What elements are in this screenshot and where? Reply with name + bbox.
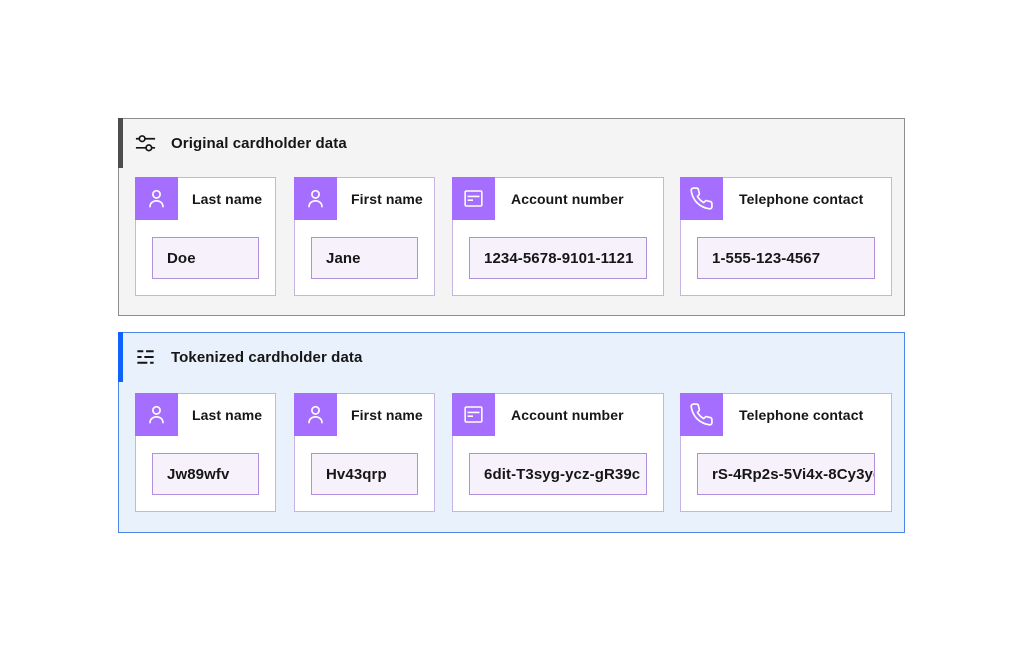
icon-badge — [135, 177, 178, 220]
panel-header: Tokenized cardholder data — [119, 333, 362, 381]
field-value-box: Doe — [152, 237, 259, 279]
field-value-box: Jane — [311, 237, 418, 279]
field-value-box: 1234-5678-9101-1121 — [469, 237, 647, 279]
original-data-panel: Original cardholder data Last name Doe — [118, 118, 905, 316]
field-label: First name — [351, 178, 423, 220]
field-label: Account number — [511, 178, 624, 220]
phone-icon — [689, 186, 714, 211]
tokenized-data-panel: Tokenized cardholder data Last name Jw89… — [118, 332, 905, 533]
field-value: Doe — [167, 250, 196, 267]
card-telephone-contact: Telephone contact rS-4Rp2s-5Vi4x-8Cy3yq — [680, 393, 892, 512]
tokenized-lines-icon — [134, 346, 157, 369]
panel-title: Tokenized cardholder data — [171, 349, 362, 366]
field-value-box: Jw89wfv — [152, 453, 259, 495]
settings-adjust-icon — [134, 132, 157, 155]
field-value: Jw89wfv — [167, 466, 229, 483]
field-value: Hv43qrp — [326, 466, 387, 483]
person-icon — [144, 402, 169, 427]
card-last-name: Last name Jw89wfv — [135, 393, 276, 512]
card-first-name: First name Hv43qrp — [294, 393, 435, 512]
card-account-number: Account number 6dit-T3syg-ycz-gR39c — [452, 393, 664, 512]
tokenization-illustration: Original cardholder data Last name Doe — [0, 0, 1024, 653]
field-value: Jane — [326, 250, 361, 267]
card-last-name: Last name Doe — [135, 177, 276, 296]
field-value-box: Hv43qrp — [311, 453, 418, 495]
icon-badge — [294, 177, 337, 220]
field-value: 1-555-123-4567 — [712, 250, 820, 267]
field-label: Account number — [511, 394, 624, 436]
account-card-icon — [461, 402, 486, 427]
icon-badge — [294, 393, 337, 436]
card-telephone-contact: Telephone contact 1-555-123-4567 — [680, 177, 892, 296]
icon-badge — [680, 393, 723, 436]
phone-icon — [689, 402, 714, 427]
field-label: Last name — [192, 178, 262, 220]
card-account-number: Account number 1234-5678-9101-1121 — [452, 177, 664, 296]
icon-badge — [452, 393, 495, 436]
person-icon — [144, 186, 169, 211]
panel-title: Original cardholder data — [171, 135, 347, 152]
field-value: rS-4Rp2s-5Vi4x-8Cy3yq — [712, 466, 875, 483]
field-label: First name — [351, 394, 423, 436]
field-label: Telephone contact — [739, 178, 863, 220]
person-icon — [303, 186, 328, 211]
field-value: 1234-5678-9101-1121 — [484, 250, 634, 267]
icon-badge — [680, 177, 723, 220]
field-value: 6dit-T3syg-ycz-gR39c — [484, 466, 640, 483]
icon-badge — [452, 177, 495, 220]
field-value-box: 1-555-123-4567 — [697, 237, 875, 279]
person-icon — [303, 402, 328, 427]
field-label: Telephone contact — [739, 394, 863, 436]
field-value-box: 6dit-T3syg-ycz-gR39c — [469, 453, 647, 495]
account-card-icon — [461, 186, 486, 211]
field-value-box: rS-4Rp2s-5Vi4x-8Cy3yq — [697, 453, 875, 495]
panel-header: Original cardholder data — [119, 119, 347, 167]
card-first-name: First name Jane — [294, 177, 435, 296]
field-label: Last name — [192, 394, 262, 436]
icon-badge — [135, 393, 178, 436]
